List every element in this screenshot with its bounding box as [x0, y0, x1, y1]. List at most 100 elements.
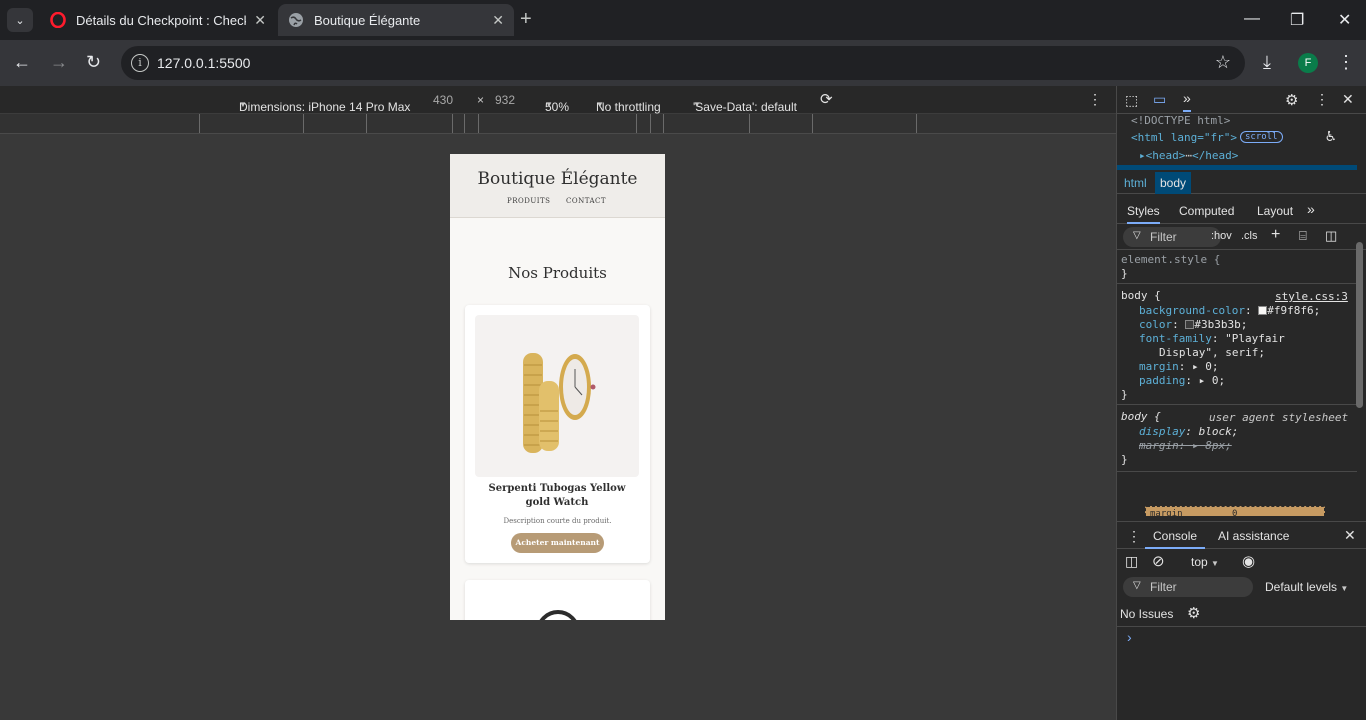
levels-select[interactable]: Default levels ▼ — [1265, 580, 1348, 594]
close-drawer-icon[interactable]: ✕ — [1344, 527, 1356, 544]
html-node[interactable]: <html lang="fr"> — [1131, 131, 1237, 144]
site-info-icon[interactable]: i — [131, 54, 149, 72]
rotate-icon[interactable]: ⟳ — [820, 90, 833, 108]
product-card: Serpenti Tubogas Yellow gold Watch Descr… — [465, 305, 650, 563]
levels-label: Default levels — [1265, 580, 1338, 594]
new-rule-icon[interactable]: + — [1271, 226, 1280, 244]
tab-search-button[interactable]: ⌄ — [7, 8, 33, 32]
tab-styles[interactable]: Styles — [1127, 204, 1160, 224]
breadcrumb-html[interactable]: html — [1124, 176, 1147, 190]
hov-toggle[interactable]: :hov — [1211, 230, 1232, 242]
minimize-button[interactable]: — — [1244, 10, 1260, 28]
tab-ai-assistance[interactable]: AI assistance — [1218, 529, 1289, 543]
ellipsis-icon: ⋯ — [1185, 149, 1192, 162]
console-filter-input[interactable]: ▽ Filter — [1123, 577, 1253, 597]
drawer-menu-icon[interactable]: ⋮ — [1127, 528, 1141, 545]
breadcrumb-body[interactable]: body — [1155, 172, 1192, 194]
drawer-tabs: ⋮ Console AI assistance ✕ — [1117, 521, 1366, 549]
product-description: Description courte du produit. — [503, 517, 612, 525]
media-query-bar[interactable] — [0, 114, 1116, 134]
console-settings-gear-icon[interactable]: ⚙ — [1187, 604, 1200, 622]
prop-font-family[interactable]: font-family: "Playfair — [1139, 332, 1285, 345]
close-icon[interactable]: ✕ — [254, 12, 266, 29]
prop-padding[interactable]: padding: ▸ 0; — [1139, 374, 1225, 387]
prop-background-color[interactable]: background-color: #f9f8f6; — [1139, 304, 1320, 317]
clear-console-icon[interactable]: ⊘ — [1152, 552, 1165, 570]
styles-filter-input[interactable]: ▽ Filter — [1123, 227, 1221, 247]
issues-count[interactable]: No Issues — [1120, 607, 1173, 621]
tab-strip: ⌄ Détails du Checkpoint : Checkpoint ✕ B… — [0, 0, 1366, 40]
console-filter-bar: ▽ Filter Default levels ▼ — [1117, 575, 1366, 601]
settings-gear-icon[interactable]: ⚙ — [1285, 91, 1298, 109]
breakpoint-marker — [366, 114, 367, 133]
tab-console[interactable]: Console — [1145, 529, 1206, 549]
breakpoint-marker — [478, 114, 479, 133]
breakpoint-marker — [650, 114, 651, 133]
device-label: Dimensions: iPhone 14 Pro Max — [239, 100, 411, 114]
selected-body-node[interactable] — [1117, 165, 1357, 170]
color-swatch[interactable] — [1258, 306, 1268, 315]
body-selector[interactable]: body { — [1121, 289, 1161, 302]
console-prompt[interactable]: › — [1127, 629, 1132, 645]
eye-icon[interactable]: ◉ — [1242, 552, 1255, 570]
close-icon[interactable]: ✕ — [492, 12, 504, 29]
new-tab-button[interactable]: + — [520, 8, 532, 31]
tab-boutique[interactable]: Boutique Élégante ✕ — [278, 4, 514, 36]
context-select[interactable]: top ▼ — [1191, 555, 1219, 569]
profile-avatar[interactable]: F — [1298, 53, 1318, 73]
reload-button[interactable]: ↻ — [86, 52, 101, 73]
box-model-margin[interactable]: margin 0 — [1145, 506, 1325, 516]
console-sidebar-icon[interactable]: ◫ — [1125, 553, 1138, 570]
forward-button[interactable]: → — [50, 52, 68, 73]
breakpoint-marker — [663, 114, 664, 133]
height-input[interactable]: 932 — [495, 93, 515, 107]
breakpoint-marker — [452, 114, 453, 133]
tab-computed[interactable]: Computed — [1179, 204, 1234, 218]
menu-kebab-icon[interactable]: ⋮ — [1337, 52, 1355, 73]
accessibility-icon[interactable]: ♿ — [1326, 126, 1336, 145]
ua-source: user agent stylesheet — [1209, 411, 1349, 424]
inspect-element-icon[interactable]: ⬚ — [1125, 92, 1138, 109]
restore-button[interactable]: ❐ — [1290, 10, 1304, 30]
bookmark-star-icon[interactable]: ☆ — [1215, 52, 1231, 73]
dimension-separator: × — [477, 93, 485, 107]
rule-close-brace: } — [1121, 267, 1128, 280]
address-bar[interactable]: i 127.0.0.1:5500 ☆ — [121, 46, 1245, 80]
back-button[interactable]: ← — [13, 52, 31, 73]
style-source-link[interactable]: style.css:3 — [1275, 290, 1348, 303]
device-more-icon[interactable]: ⋮ — [1088, 91, 1102, 108]
nav-link-contact[interactable]: CONTACT — [566, 197, 606, 205]
tab-layout[interactable]: Layout — [1257, 204, 1293, 218]
scroll-badge[interactable]: scroll — [1240, 131, 1283, 143]
site-header: Boutique Élégante PRODUITS CONTACT — [450, 154, 665, 218]
sidebar-toggle-icon[interactable]: ◫ — [1325, 228, 1337, 244]
ua-body-selector[interactable]: body { — [1121, 410, 1161, 423]
prop-value: 0; — [1205, 360, 1219, 373]
cls-toggle[interactable]: .cls — [1241, 230, 1258, 242]
product-image[interactable] — [475, 315, 639, 477]
prop-margin[interactable]: margin: ▸ 0; — [1139, 360, 1219, 373]
head-node[interactable]: ▸<head>⋯</head> — [1139, 149, 1238, 162]
devtools-menu-icon[interactable]: ⋮ — [1315, 91, 1329, 108]
device-toggle-icon[interactable]: ▭ — [1153, 91, 1166, 108]
tab-checkpoint[interactable]: Détails du Checkpoint : Checkpoint ✕ — [40, 4, 276, 36]
paint-brush-icon[interactable]: ⌸ — [1299, 228, 1307, 244]
prop-name: display — [1139, 425, 1186, 438]
doctype-node[interactable]: <!DOCTYPE html> — [1131, 114, 1230, 127]
breakpoint-marker — [464, 114, 465, 133]
styles-scrollbar[interactable] — [1356, 242, 1363, 408]
close-devtools-icon[interactable]: ✕ — [1342, 91, 1354, 108]
more-tabs-icon[interactable]: » — [1307, 201, 1315, 217]
devtools-panel: ⬚ ▭ » ⚙ ⋮ ✕ <!DOCTYPE html> <html lang="… — [1116, 86, 1366, 720]
close-window-button[interactable]: ✕ — [1338, 10, 1351, 30]
product-card — [465, 580, 650, 620]
buy-now-button[interactable]: Acheter maintenant — [511, 533, 604, 553]
element-style-selector[interactable]: element.style { — [1121, 253, 1220, 266]
nav-link-produits[interactable]: PRODUITS — [507, 197, 550, 205]
prop-name: margin — [1139, 360, 1179, 373]
width-input[interactable]: 430 — [433, 93, 453, 107]
more-tabs-icon[interactable]: » — [1183, 90, 1191, 112]
prop-color[interactable]: color: #3b3b3b; — [1139, 318, 1247, 331]
rule-divider — [1117, 404, 1357, 405]
download-icon[interactable]: ⤓ — [1263, 52, 1271, 73]
